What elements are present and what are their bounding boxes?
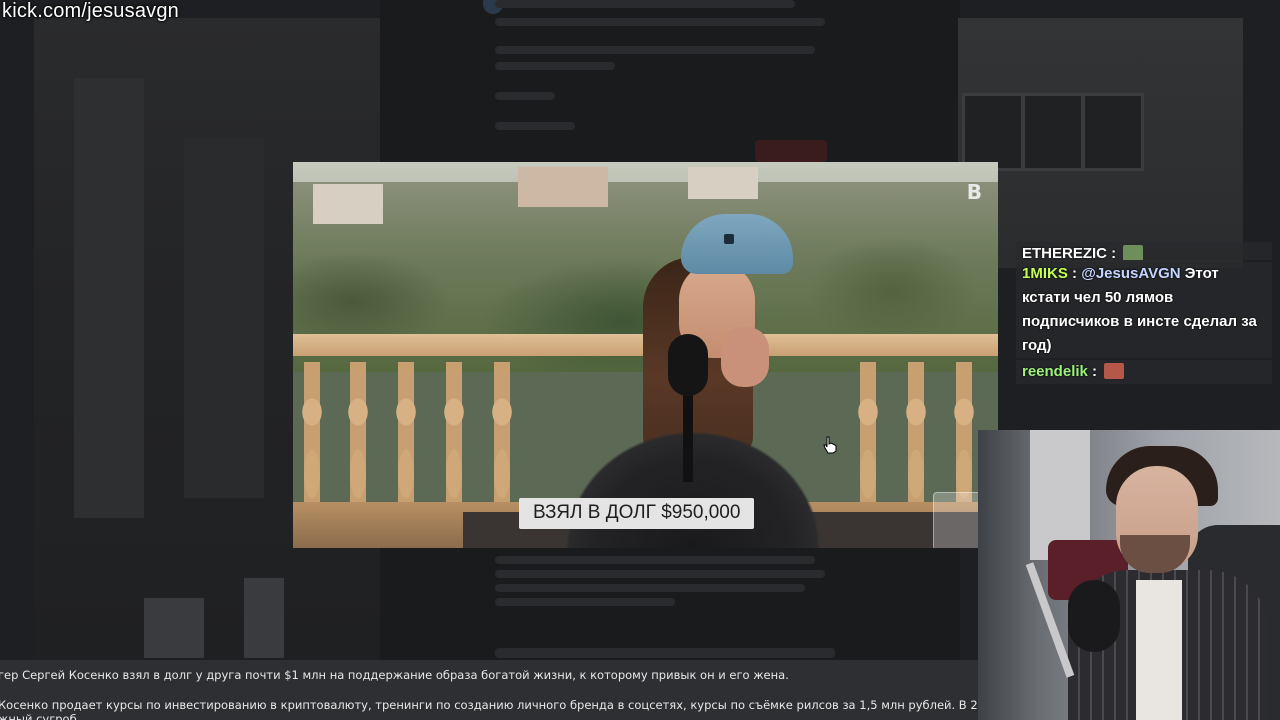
- article-line: гер Сергей Косенко взял в долг у друга п…: [0, 668, 789, 682]
- background-building: [958, 18, 1243, 268]
- emote-icon: [1123, 245, 1144, 260]
- article-text-strip: гер Сергей Косенко взял в долг у друга п…: [0, 660, 978, 720]
- chat-mention: @JesusAVGN: [1081, 265, 1181, 282]
- hand-cursor-icon: [823, 436, 837, 454]
- channel-watermark: B: [966, 180, 982, 204]
- streamer-webcam: [978, 430, 1280, 720]
- video-caption: ВЗЯЛ В ДОЛГ $950,000: [519, 498, 755, 529]
- chat-username: ETHEREZIC: [1022, 245, 1108, 260]
- chat-overlay: ETHEREZIC : 1MIKS : @JesusAVGN Этот кста…: [1016, 242, 1272, 386]
- stream-frame: kick.com/jesusavgn B ВЗЯЛ В ДОЛГ $950,00…: [0, 0, 1280, 720]
- chat-username: reendelik: [1022, 363, 1088, 380]
- article-line: Косенко продает курсы по инвестированию …: [0, 698, 978, 712]
- video-player[interactable]: B ВЗЯЛ В ДОЛГ $950,000: [293, 162, 998, 548]
- chat-message: reendelik :: [1016, 360, 1272, 384]
- microphone-icon: [668, 334, 708, 396]
- chat-message: ETHEREZIC :: [1016, 242, 1272, 260]
- emote-icon: [1104, 363, 1125, 379]
- chat-username: 1MIKS: [1022, 265, 1068, 282]
- chat-message: 1MIKS : @JesusAVGN Этот кстати чел 50 ля…: [1016, 262, 1272, 358]
- microphone-icon: [1068, 580, 1120, 652]
- article-line: жный сугроб.: [0, 712, 81, 720]
- channel-url: kick.com/jesusavgn: [2, 0, 179, 22]
